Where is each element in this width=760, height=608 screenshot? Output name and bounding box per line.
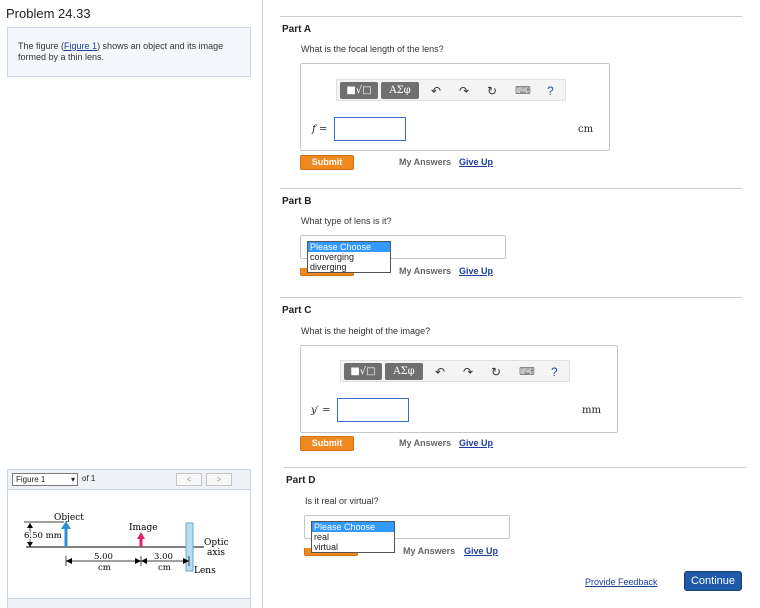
left-panel: Problem 24.33 The figure (Figure 1) show… [0, 0, 262, 608]
part-a-submit-button[interactable]: Submit [300, 155, 354, 170]
figure-select-value: Figure 1 [16, 475, 46, 484]
lens-type-dropdown[interactable]: Please Choose converging diverging [307, 241, 391, 273]
image-arrow-head [137, 532, 145, 539]
figure-panel-footer [7, 598, 251, 608]
dropdown-option[interactable]: Please Choose [312, 522, 394, 532]
redo-icon[interactable]: ↷ [463, 365, 473, 379]
figure-toolbar: Figure 1 ▾ of 1 < > [8, 470, 250, 490]
dropdown-option[interactable]: diverging [308, 262, 390, 272]
figure-link[interactable]: Figure 1 [64, 41, 97, 51]
figure-prev-button[interactable]: < [176, 473, 202, 486]
panel-divider [262, 0, 263, 608]
figure-next-button[interactable]: > [206, 473, 232, 486]
part-c-give-up-link[interactable]: Give Up [459, 438, 493, 448]
height-label: 6.50 mm [24, 531, 62, 541]
redo-icon[interactable]: ↷ [459, 84, 469, 98]
real-virtual-dropdown[interactable]: Please Choose real virtual [311, 521, 395, 553]
intro-text-start: The figure ( [18, 41, 65, 51]
optic-label: Optic [204, 538, 229, 548]
reset-icon[interactable]: ↻ [491, 365, 501, 379]
provide-feedback-link[interactable]: Provide Feedback [585, 577, 658, 587]
image-height-input[interactable] [337, 398, 409, 422]
dropdown-option[interactable]: Please Choose [308, 242, 390, 252]
part-a-divider [280, 16, 742, 17]
keyboard-icon[interactable]: ⌨ [515, 84, 531, 98]
part-d-title: Part D [286, 475, 316, 486]
part-c-answer-box: ■√□ ΑΣφ ↶ ↷ ↻ ⌨ ? y′ = mm [300, 345, 618, 433]
part-a-unit: cm [578, 124, 594, 135]
lens [185, 522, 194, 572]
lens-diagram: Object Image 6.50 mm Optic axis Lens 5.0… [23, 513, 229, 576]
distance-2-unit: cm [158, 563, 171, 573]
dropdown-option[interactable]: real [312, 532, 394, 542]
keyboard-icon[interactable]: ⌨ [519, 365, 535, 379]
image-label: Image [129, 523, 158, 533]
part-b-question: What type of lens is it? [301, 216, 392, 226]
help-icon[interactable]: ? [547, 84, 554, 98]
object-label: Object [54, 513, 84, 523]
part-b-my-answers-link[interactable]: My Answers [399, 266, 451, 276]
part-a-variable-label: f = [312, 124, 328, 135]
figure-count: of 1 [82, 474, 96, 483]
figure-panel: Figure 1 ▾ of 1 < > Object Image 6.50 mm… [7, 469, 251, 601]
part-a-question: What is the focal length of the lens? [301, 44, 444, 54]
part-c-submit-button[interactable]: Submit [300, 436, 354, 451]
part-c-my-answers-link[interactable]: My Answers [399, 438, 451, 448]
part-a-my-answers-link[interactable]: My Answers [399, 157, 451, 167]
math-toolbar: ■√□ ΑΣφ ↶ ↷ ↻ ⌨ ? [340, 360, 570, 382]
part-c-divider [280, 297, 742, 298]
greek-symbols-button[interactable]: ΑΣφ [385, 363, 423, 380]
part-a-give-up-link[interactable]: Give Up [459, 157, 493, 167]
templates-button[interactable]: ■√□ [340, 82, 378, 99]
axis-label: axis [207, 548, 225, 558]
part-c-title: Part C [282, 305, 312, 316]
greek-symbols-button[interactable]: ΑΣφ [381, 82, 419, 99]
problem-intro: The figure (Figure 1) shows an object an… [7, 27, 251, 77]
continue-button[interactable]: Continue [684, 571, 742, 591]
focal-length-input[interactable] [334, 117, 406, 141]
distance-2-value: 3.00 [154, 552, 173, 562]
part-c-question: What is the height of the image? [301, 326, 431, 336]
dropdown-option[interactable]: converging [308, 252, 390, 262]
distance-1-value: 5.00 [94, 552, 113, 562]
part-b-title: Part B [282, 196, 312, 207]
part-d-divider [284, 467, 746, 468]
part-b-divider [280, 188, 742, 189]
part-a-title: Part A [282, 24, 312, 35]
part-c-unit: mm [582, 405, 601, 416]
chevron-down-icon: ▾ [70, 475, 75, 484]
problem-title: Problem 24.33 [6, 6, 91, 21]
undo-icon[interactable]: ↶ [435, 365, 445, 379]
part-a-answer-box: ■√□ ΑΣφ ↶ ↷ ↻ ⌨ ? f = cm [300, 63, 610, 151]
distance-1-unit: cm [98, 563, 111, 573]
help-icon[interactable]: ? [551, 365, 558, 379]
dropdown-option[interactable]: virtual [312, 542, 394, 552]
figure-select[interactable]: Figure 1 ▾ [12, 473, 78, 486]
part-d-question: Is it real or virtual? [305, 496, 379, 506]
templates-button[interactable]: ■√□ [344, 363, 382, 380]
part-d-my-answers-link[interactable]: My Answers [403, 546, 455, 556]
part-d-give-up-link[interactable]: Give Up [464, 546, 498, 556]
lens-label: Lens [194, 566, 216, 576]
reset-icon[interactable]: ↻ [487, 84, 497, 98]
math-toolbar: ■√□ ΑΣφ ↶ ↷ ↻ ⌨ ? [336, 79, 566, 101]
part-c-variable-label: y′ = [311, 405, 331, 416]
part-b-give-up-link[interactable]: Give Up [459, 266, 493, 276]
undo-icon[interactable]: ↶ [431, 84, 441, 98]
